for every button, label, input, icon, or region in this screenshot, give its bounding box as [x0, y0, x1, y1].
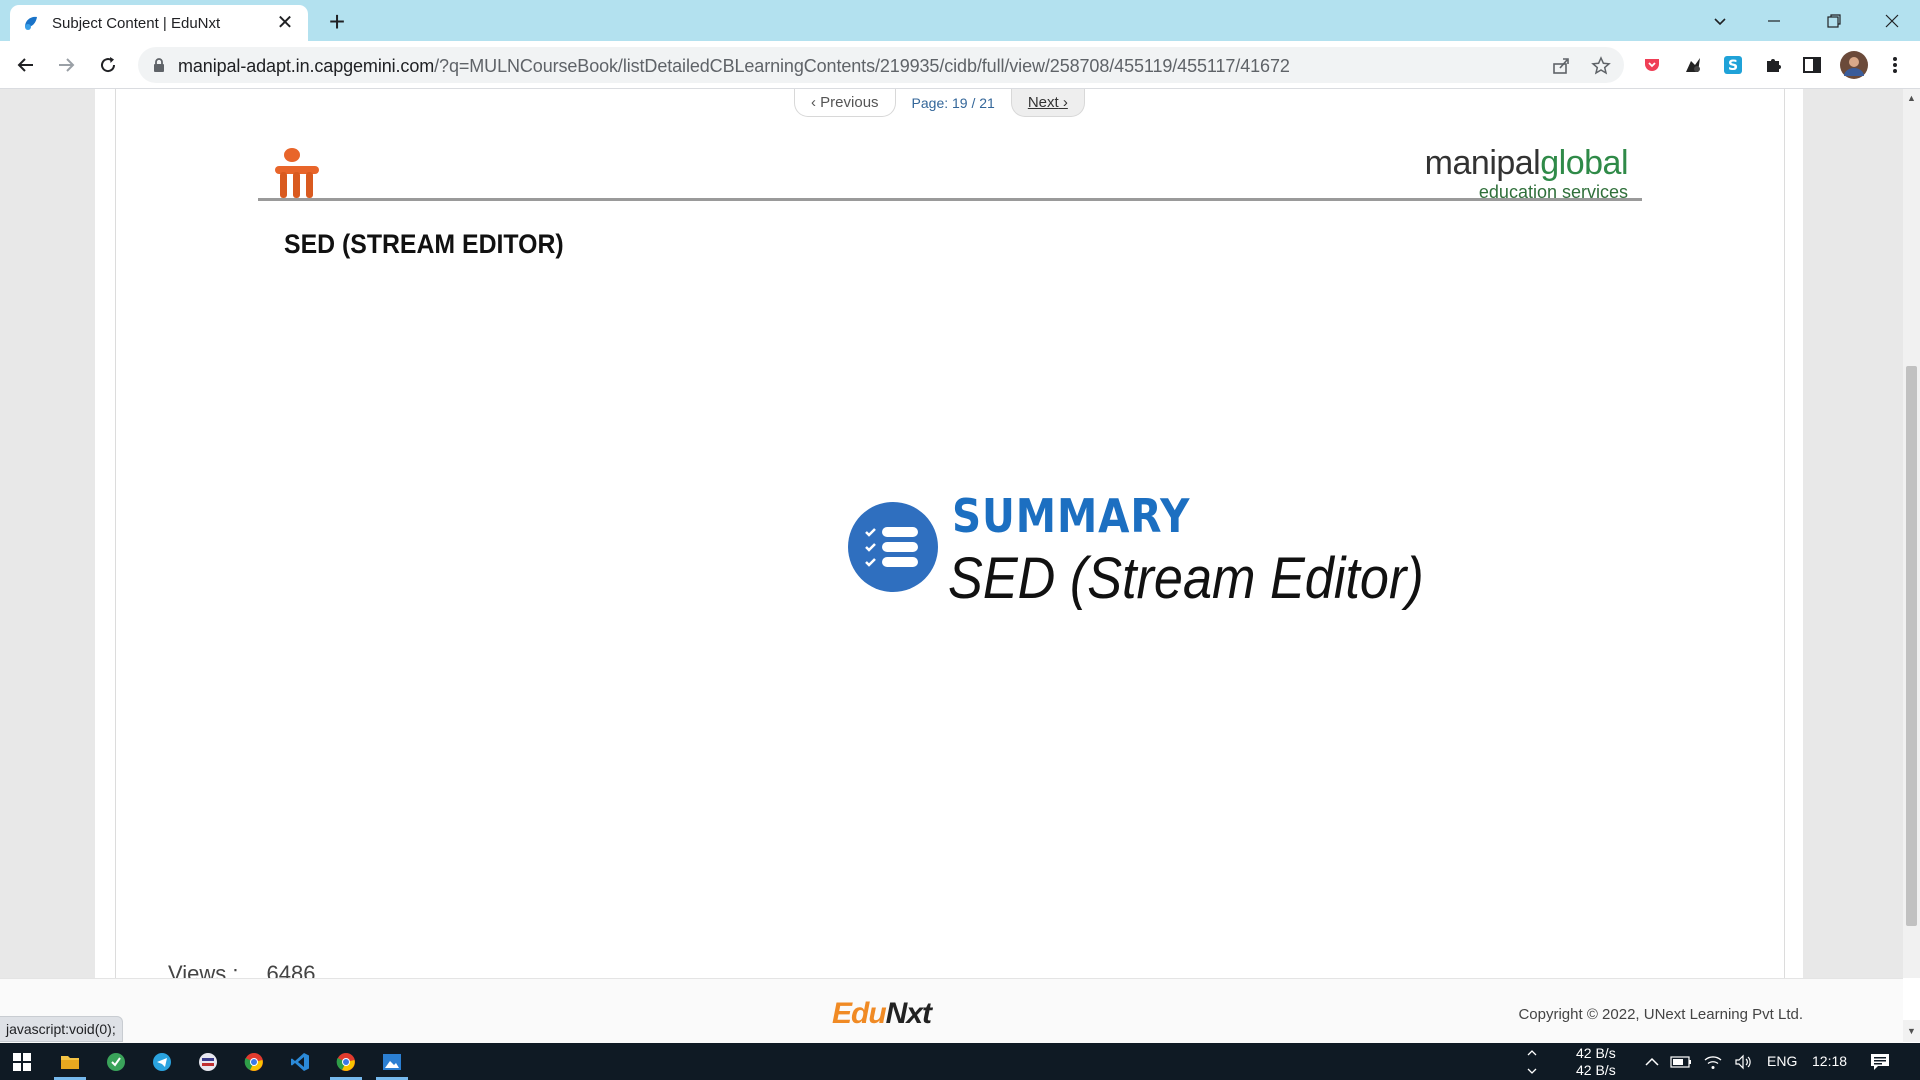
page-pager: ‹ Previous Page: 19 / 21 Next ›: [794, 89, 1085, 117]
notifications-icon[interactable]: [1858, 1043, 1902, 1080]
brand-name-b: global: [1540, 144, 1628, 182]
brand-tagline: education services: [1478, 182, 1628, 202]
chrome-icon[interactable]: [232, 1043, 276, 1080]
windows-start-icon[interactable]: [0, 1043, 44, 1080]
reload-button[interactable]: [92, 49, 124, 81]
network-download-speed: 42 B/s: [1576, 1062, 1616, 1078]
extensions-puzzle-icon[interactable]: [1762, 54, 1784, 76]
scroll-down-arrow-icon[interactable]: ▼: [1903, 1020, 1920, 1042]
app-icon-green[interactable]: [94, 1043, 138, 1080]
document-frame: [115, 89, 1785, 978]
summary-list-icon: [848, 502, 938, 592]
url-host: manipal-adapt.in.capgemini.com: [178, 56, 435, 76]
new-tab-button[interactable]: +: [322, 8, 352, 36]
battery-icon[interactable]: [1668, 1043, 1694, 1080]
page-viewport: ‹ Previous Page: 19 / 21 Next › manipalg…: [0, 89, 1920, 978]
slide-header: manipalglobal education services: [258, 144, 1642, 202]
slide-title: SED (STREAM EDITOR): [284, 229, 564, 259]
browser-tab[interactable]: Subject Content | EduNxt ✕: [10, 5, 308, 41]
page-scrollbar[interactable]: ▲: [1903, 89, 1920, 978]
input-language[interactable]: ENG: [1767, 1053, 1797, 1069]
logo-part-nxt: Nxt: [885, 997, 932, 1030]
link-status-bar: javascript:void(0);: [0, 1016, 123, 1042]
views-label: Views :: [168, 961, 239, 978]
chrome-active-icon[interactable]: [324, 1043, 368, 1080]
network-speed-arrows-icon: [1520, 1043, 1544, 1080]
manipal-global-brand: manipalglobal education services: [1424, 144, 1629, 202]
summary-subtitle: SED (Stream Editor): [948, 546, 1424, 611]
svg-text:S: S: [1728, 58, 1738, 74]
browser-toolbar: manipal-adapt.in.capgemini.com/?q=MULNCo…: [0, 41, 1920, 89]
previous-button[interactable]: ‹ Previous: [794, 89, 896, 117]
tab-title: Subject Content | EduNxt: [52, 14, 221, 32]
side-panel-icon[interactable]: [1801, 54, 1823, 76]
site-footer: EduNxt Copyright © 2022, UNext Learning …: [0, 978, 1903, 1043]
more-menu-icon[interactable]: [1884, 54, 1906, 76]
vscode-icon[interactable]: [278, 1043, 322, 1080]
telegram-icon[interactable]: [140, 1043, 184, 1080]
file-explorer-icon[interactable]: [48, 1043, 92, 1080]
restore-button[interactable]: [1806, 0, 1862, 41]
address-bar[interactable]: manipal-adapt.in.capgemini.com/?q=MULNCo…: [138, 47, 1624, 83]
brand-name-a: manipal: [1424, 144, 1541, 182]
network-upload-speed: 42 B/s: [1576, 1045, 1616, 1061]
manipal-logo-icon: [272, 146, 322, 205]
tab-close-icon[interactable]: ✕: [274, 12, 296, 34]
forward-button[interactable]: [50, 49, 82, 81]
show-hidden-icons-chevron-icon[interactable]: [1640, 1043, 1664, 1080]
page-indicator: Page: 19 / 21: [911, 95, 995, 111]
scroll-up-arrow-icon[interactable]: ▲: [1903, 89, 1920, 106]
app-icon-stack[interactable]: [186, 1043, 230, 1080]
photos-icon[interactable]: [370, 1043, 414, 1080]
next-label: Next: [1027, 94, 1059, 111]
next-button[interactable]: Next ›: [1010, 89, 1085, 117]
pocket-extension-icon[interactable]: [1641, 54, 1663, 76]
logo-part-edu: Edu: [832, 997, 887, 1030]
extension-icon[interactable]: [1682, 54, 1704, 76]
volume-icon[interactable]: [1730, 1043, 1756, 1080]
back-button[interactable]: [10, 49, 42, 81]
edunxt-logo: EduNxt: [832, 997, 932, 1031]
views-counter: Views : 6486: [168, 961, 315, 978]
views-count: 6486: [266, 961, 316, 978]
scrollbar-thumb[interactable]: [1906, 366, 1917, 926]
browser-tab-strip: Subject Content | EduNxt ✕ +: [0, 0, 1920, 41]
summary-label: SUMMARY: [952, 489, 1191, 543]
copyright-text: Copyright © 2022, UNext Learning Pvt Ltd…: [1518, 1006, 1803, 1023]
windows-taskbar: 42 B/s 42 B/s ENG 12:18: [0, 1043, 1920, 1080]
previous-label: Previous: [820, 94, 879, 111]
bookmark-star-icon[interactable]: [1590, 55, 1612, 77]
edunxt-favicon-icon: [22, 14, 40, 32]
minimize-button[interactable]: [1746, 0, 1802, 41]
system-clock[interactable]: 12:18: [1812, 1053, 1847, 1069]
lock-icon: [152, 57, 166, 78]
close-window-button[interactable]: [1864, 0, 1920, 41]
tab-search-icon[interactable]: [1692, 0, 1748, 41]
share-icon[interactable]: [1550, 55, 1572, 77]
url-text: manipal-adapt.in.capgemini.com/?q=MULNCo…: [178, 56, 1290, 77]
profile-avatar[interactable]: [1840, 51, 1868, 79]
wifi-icon[interactable]: [1700, 1043, 1726, 1080]
s-extension-icon[interactable]: S: [1722, 54, 1744, 76]
url-path: /?q=MULNCourseBook/listDetailedCBLearnin…: [434, 56, 1290, 76]
